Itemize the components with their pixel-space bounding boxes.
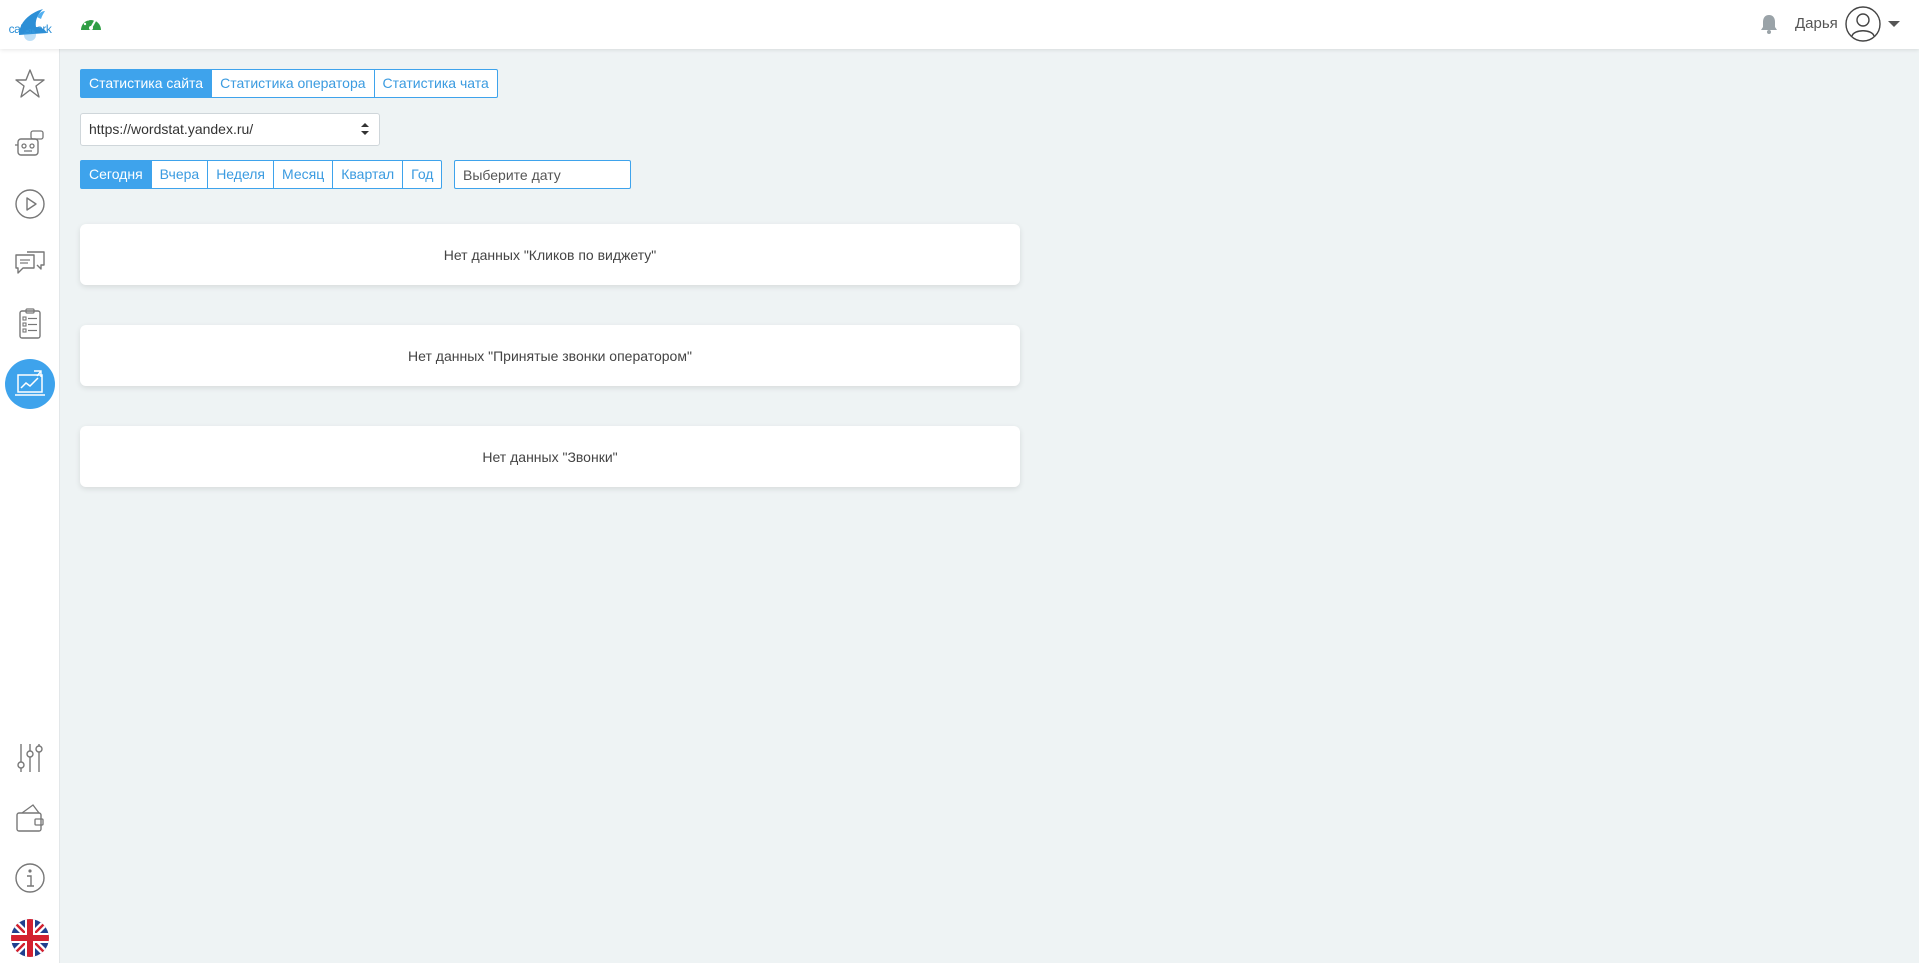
sidebar-item-language[interactable] (5, 913, 55, 963)
tab-chat-stats[interactable]: Статистика чата (374, 69, 498, 98)
period-quarter[interactable]: Квартал (333, 160, 404, 189)
speedometer-icon[interactable] (79, 13, 103, 33)
top-bar: callshark Дарья (0, 0, 1919, 49)
checklist-icon (19, 308, 41, 339)
sidebar-item-info[interactable] (5, 853, 55, 903)
sidebar-item-tasks[interactable] (5, 299, 55, 349)
play-icon (15, 189, 45, 219)
caret-down-icon[interactable] (1888, 21, 1900, 27)
sidebar-item-bot[interactable] (5, 119, 55, 169)
sidebar (0, 49, 60, 963)
widget-clicks-empty-text: Нет данных "Кликов по виджету" (443, 246, 657, 263)
chat-icon (15, 251, 45, 274)
star-icon (15, 69, 45, 98)
sidebar-item-settings[interactable] (5, 733, 55, 783)
uk-flag-icon (11, 919, 49, 957)
period-week[interactable]: Неделя (208, 160, 275, 189)
sidebar-item-chats[interactable] (5, 239, 55, 289)
sliders-icon (17, 744, 43, 772)
info-icon (15, 863, 45, 893)
chart-icon (15, 370, 45, 396)
sidebar-item-statistics[interactable] (5, 359, 55, 409)
user-name[interactable]: Дарья (1795, 15, 1838, 32)
robot-icon (15, 130, 44, 156)
callshark-logo[interactable]: callshark (5, 5, 55, 43)
tab-operator-stats[interactable]: Статистика оператора (212, 69, 375, 98)
widget-clicks-card: Нет данных "Кликов по виджету" (80, 224, 1020, 285)
period-today[interactable]: Сегодня (80, 160, 152, 189)
logo-text: callshark (8, 22, 52, 36)
period-year[interactable]: Год (403, 160, 443, 189)
sidebar-item-play[interactable] (5, 179, 55, 229)
calls-card: Нет данных "Звонки" (80, 426, 1020, 487)
stats-tabs: Статистика сайта Статистика оператора Ст… (80, 69, 498, 98)
operator-calls-empty-text: Нет данных "Принятые звонки оператором" (408, 347, 692, 364)
site-select[interactable]: https://wordstat.yandex.ru/ (80, 113, 380, 146)
period-month[interactable]: Месяц (274, 160, 334, 189)
date-picker-input[interactable] (454, 160, 631, 189)
bell-icon[interactable] (1758, 13, 1780, 35)
wallet-icon (16, 804, 44, 832)
period-yesterday[interactable]: Вчера (151, 160, 209, 189)
calls-empty-text: Нет данных "Звонки" (482, 448, 618, 465)
site-select-value: https://wordstat.yandex.ru/ (89, 121, 254, 137)
period-buttons: Сегодня Вчера Неделя Месяц Квартал Год (80, 160, 443, 189)
tab-site-stats[interactable]: Статистика сайта (80, 69, 213, 98)
avatar-icon[interactable] (1845, 6, 1881, 42)
sidebar-item-favorites[interactable] (5, 59, 55, 109)
sidebar-item-wallet[interactable] (5, 793, 55, 843)
operator-calls-card: Нет данных "Принятые звонки оператором" (80, 325, 1020, 386)
select-arrows-icon (361, 123, 369, 135)
